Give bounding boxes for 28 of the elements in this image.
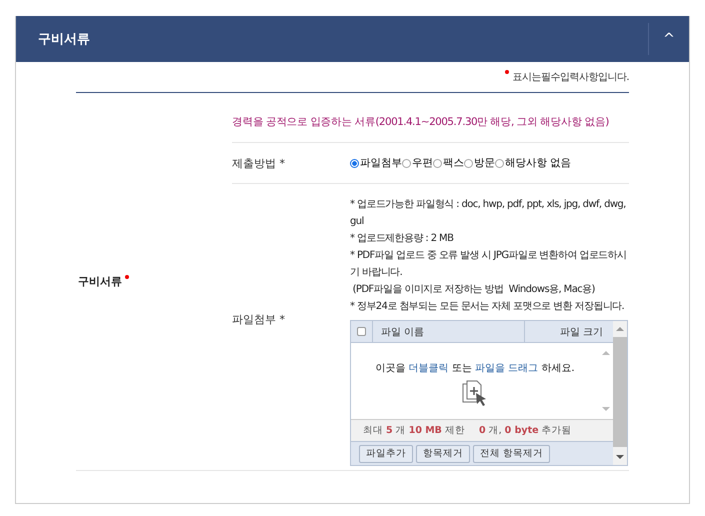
notice-text: 경력을 공적으로 입증하는 서류(2001.4.1~2005.7.30만 해당, 그외 해당사항 없음) [232,115,609,130]
radio-option[interactable]: 방문 [464,156,495,170]
collapse-button[interactable]: ^ [648,23,689,55]
required-dot-icon [505,70,510,74]
column-header: 파일 크기 [558,326,604,338]
info-text: * 업로드제한용량 : 2 MB [350,232,454,246]
info-text: (PDF파일을 이미지로 저장하는 방법 Windows용, Mac용) [352,283,596,297]
required-note: 표시는필수입력사항입니다. [512,71,629,84]
panel-title: 구비서류 [37,31,90,48]
info-text: * 정부24로 첨부되는 모든 문서는 자체 포맷으로 변환 저장됩니다. [350,300,626,314]
section-label: 구비서류 [78,274,122,289]
uploader-button[interactable]: 항목제거 [416,444,470,462]
radio-option[interactable]: 파일첨부 [350,156,402,170]
info-text: * 업로드가능한 파일형식 : doc, hwp, pdf, ppt, xls, jpg, dwf, dwg, gul [350,198,627,229]
limit-text: 최대 5 개 10 MB 제한 [363,424,465,437]
radio-option[interactable]: 팩스 [433,156,464,170]
select-all-checkbox[interactable] [357,327,366,336]
column-header: 파일 이름 [372,321,525,342]
attach-label: 파일첨부 * [232,312,285,327]
drop-hint: 이곳을 더블클릭 또는 파일을 드래그 하세요. [375,362,575,375]
scrollbar[interactable] [613,321,627,465]
info-text: * PDF파일 업로드 중 오류 발생 시 JPG파일로 변환하여 업로드하시기 바랍니다. [350,249,628,280]
uploader-button[interactable]: 전체 항목제거 [473,444,550,462]
method-label: 제출방법 * [232,156,285,170]
added-text: 0 개, 0 byte 추가됨 [478,424,572,437]
radio-option[interactable]: 해당사항 없음 [495,156,571,170]
uploader-button[interactable]: 파일추가 [359,444,413,462]
radio-option[interactable]: 우편 [402,156,433,170]
